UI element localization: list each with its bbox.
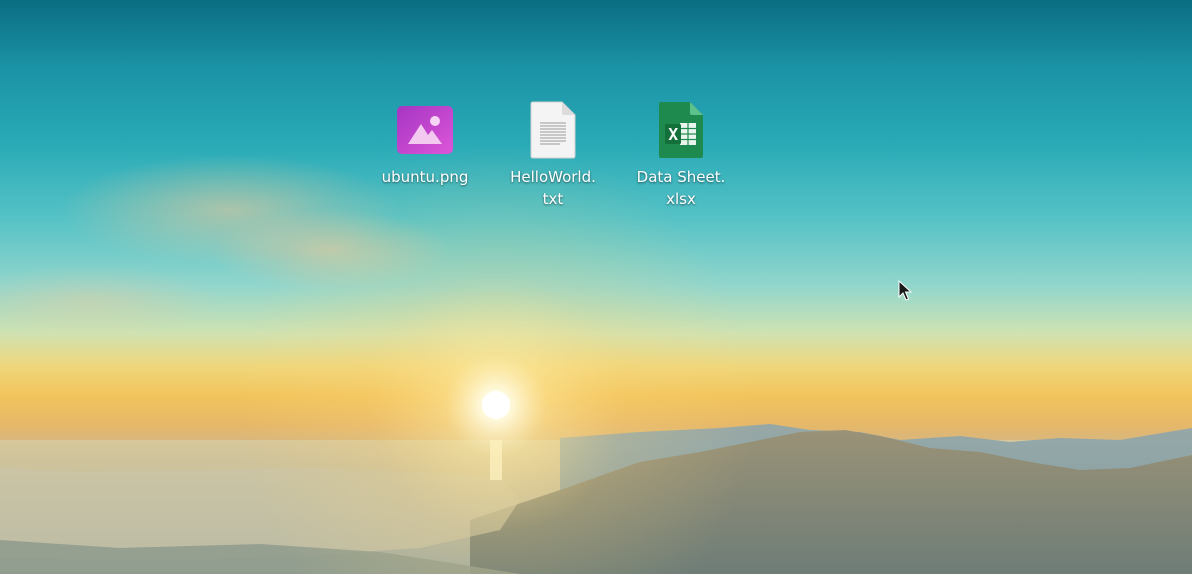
desktop-icon-helloworld-txt[interactable]: HelloWorld. txt bbox=[497, 100, 609, 210]
icon-label: HelloWorld. txt bbox=[510, 166, 596, 210]
icon-label-line: HelloWorld. bbox=[510, 168, 596, 186]
desktop-icon-data-sheet-xlsx[interactable]: Data Sheet. xlsx bbox=[625, 100, 737, 210]
desktop[interactable]: ubuntu.png HelloWorld. txt Data Sheet. x… bbox=[0, 0, 1192, 574]
icon-label: Data Sheet. xlsx bbox=[637, 166, 726, 210]
text-file-icon bbox=[523, 100, 583, 160]
icon-label-line: Data Sheet. bbox=[636, 168, 726, 186]
icon-label: ubuntu.png bbox=[381, 168, 469, 186]
desktop-icon-ubuntu-png[interactable]: ubuntu.png bbox=[369, 100, 481, 188]
wallpaper bbox=[0, 0, 1192, 574]
mouse-pointer-icon bbox=[898, 280, 912, 301]
spreadsheet-file-icon bbox=[651, 100, 711, 160]
image-file-icon bbox=[395, 100, 455, 160]
icon-label-line: txt bbox=[542, 190, 564, 208]
icon-label-line: xlsx bbox=[666, 190, 696, 208]
